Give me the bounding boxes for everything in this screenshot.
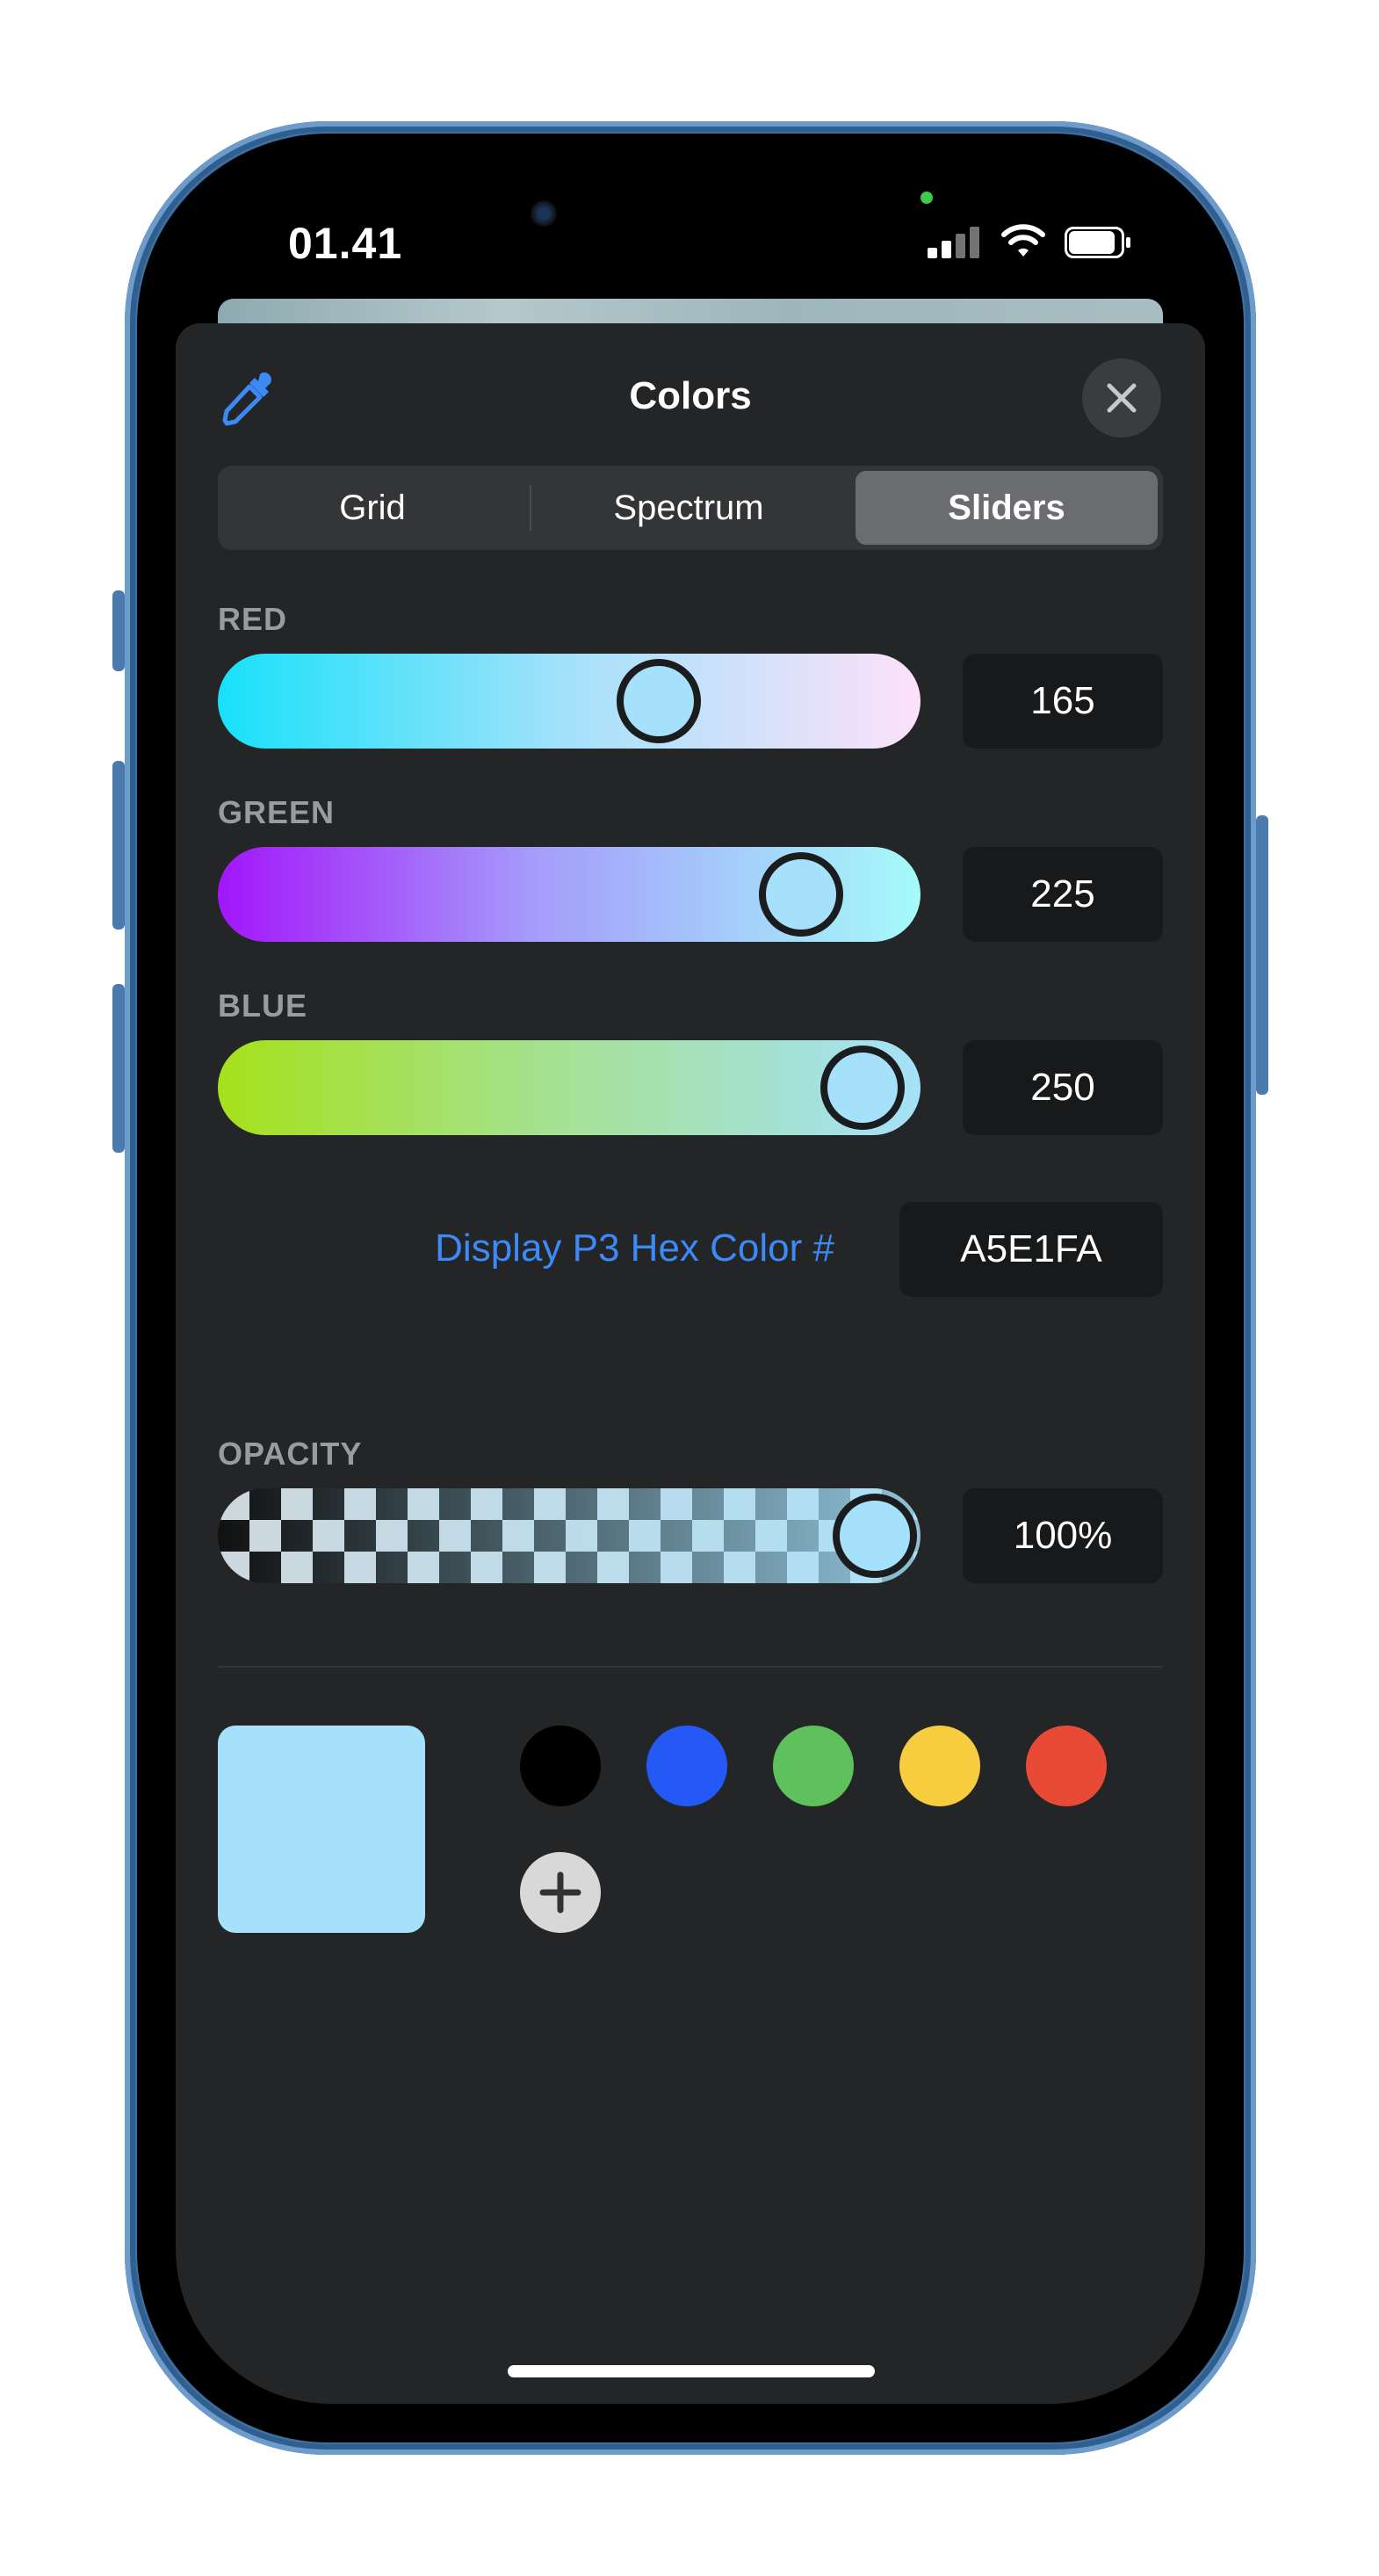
blue-slider-thumb[interactable] — [820, 1046, 905, 1130]
tab-spectrum[interactable]: Spectrum — [539, 471, 838, 545]
sheet-title: Colors — [629, 374, 752, 417]
volume-up-button — [112, 761, 125, 930]
green-value-field[interactable]: 225 — [963, 847, 1163, 942]
camera-indicator-dot — [921, 192, 933, 204]
swatch-yellow[interactable] — [899, 1726, 980, 1806]
close-button[interactable] — [1082, 358, 1161, 438]
segment-divider — [530, 485, 531, 531]
section-divider — [218, 1666, 1163, 1668]
home-indicator[interactable] — [508, 2365, 875, 2377]
battery-icon — [1065, 227, 1131, 258]
close-icon — [1107, 383, 1137, 413]
add-swatch-button[interactable] — [520, 1852, 601, 1933]
notch — [478, 172, 903, 265]
red-slider-thumb[interactable] — [617, 659, 701, 743]
blue-value-field[interactable]: 250 — [963, 1040, 1163, 1135]
red-label: RED — [218, 601, 288, 637]
opacity-slider[interactable] — [218, 1488, 921, 1583]
plus-icon — [539, 1871, 581, 1914]
red-slider[interactable] — [218, 654, 921, 749]
tab-grid[interactable]: Grid — [223, 471, 522, 545]
green-slider[interactable] — [218, 847, 921, 942]
blue-slider[interactable] — [218, 1040, 921, 1135]
opacity-value-field[interactable]: 100% — [963, 1488, 1163, 1583]
opacity-slider-thumb[interactable] — [833, 1494, 917, 1578]
swatch-black[interactable] — [520, 1726, 601, 1806]
hex-color-label: Display P3 Hex Color # — [435, 1226, 834, 1270]
mode-segmented-control: Grid Spectrum Sliders — [218, 466, 1163, 550]
swatch-green[interactable] — [773, 1726, 854, 1806]
volume-down-button — [112, 984, 125, 1153]
opacity-gradient — [218, 1488, 921, 1583]
green-slider-thumb[interactable] — [759, 852, 843, 937]
blue-label: BLUE — [218, 988, 307, 1024]
opacity-label: OPACITY — [218, 1436, 363, 1472]
cellular-signal-icon — [928, 227, 984, 258]
front-camera — [531, 200, 557, 227]
tab-sliders[interactable]: Sliders — [856, 471, 1158, 545]
status-time: 01.41 — [288, 219, 403, 268]
power-button — [1256, 815, 1268, 1095]
red-value-field[interactable]: 165 — [963, 654, 1163, 749]
screen: Colors Grid Spectrum Sliders RED 165 GRE… — [176, 172, 1205, 2404]
wifi-icon — [1001, 224, 1045, 257]
swatch-red[interactable] — [1026, 1726, 1107, 1806]
hex-color-field[interactable]: A5E1FA — [899, 1202, 1163, 1297]
swatch-blue[interactable] — [646, 1726, 727, 1806]
current-color-swatch — [218, 1726, 425, 1933]
colors-sheet: Colors Grid Spectrum Sliders RED 165 GRE… — [176, 323, 1205, 2404]
green-label: GREEN — [218, 794, 336, 830]
silent-switch — [112, 590, 125, 671]
